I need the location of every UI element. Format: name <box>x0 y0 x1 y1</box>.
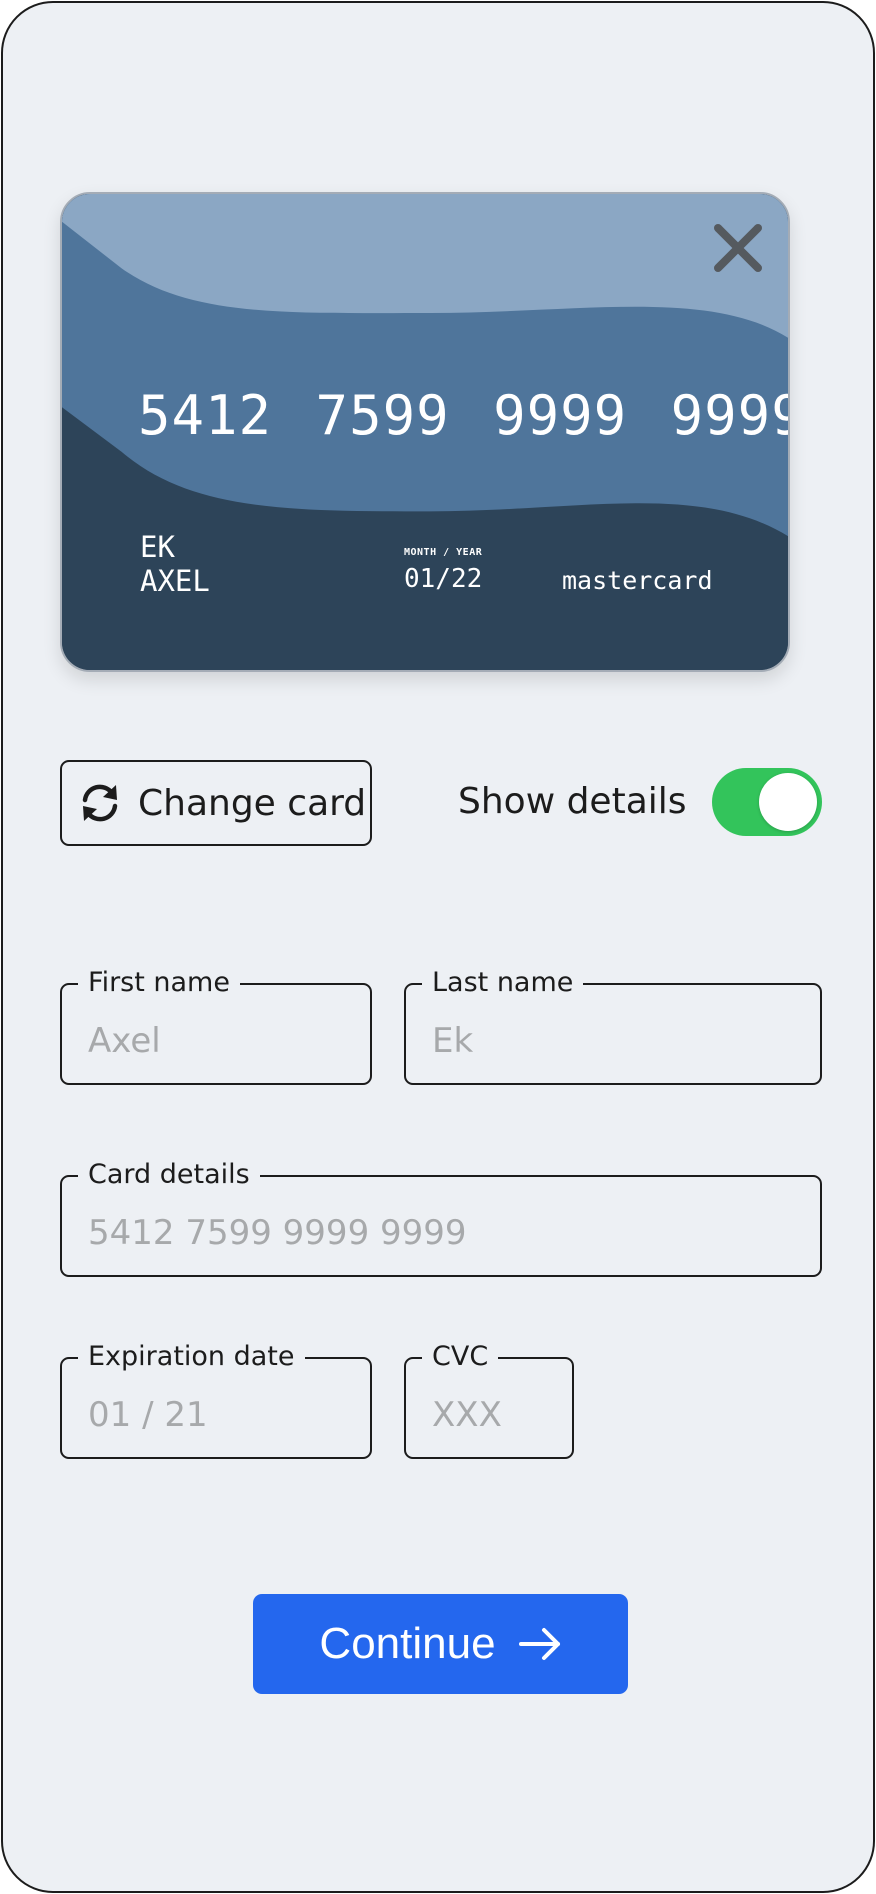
refresh-icon <box>76 779 124 827</box>
first-name-field-box: First name <box>60 966 372 1085</box>
expiration-field-box: Expiration date <box>60 1340 372 1459</box>
expiration-date-label: Expiration date <box>78 1340 305 1374</box>
change-card-button[interactable]: Change card <box>60 760 372 846</box>
card-details-label: Card details <box>78 1158 260 1192</box>
card-brand: mastercard <box>562 566 713 595</box>
show-details-label: Show details <box>458 781 687 822</box>
credit-card-preview: 5412 7599 9999 9999 EK AXEL MONTH / YEAR… <box>60 192 790 672</box>
card-expiry-value: 01/22 <box>404 564 483 594</box>
arrow-right-icon <box>518 1622 562 1666</box>
card-holder: EK AXEL <box>140 530 210 598</box>
card-holder-first-name: AXEL <box>140 564 210 598</box>
card-details-field-box: Card details <box>60 1158 822 1277</box>
close-icon[interactable] <box>710 220 766 276</box>
show-details-toggle[interactable] <box>712 768 822 836</box>
last-name-label: Last name <box>422 966 584 1000</box>
toggle-knob <box>759 773 817 831</box>
continue-label: Continue <box>319 1619 496 1668</box>
change-card-label: Change card <box>138 782 367 824</box>
first-name-label: First name <box>78 966 240 1000</box>
card-expiry-label: MONTH / YEAR <box>404 547 483 558</box>
last-name-field-box: Last name <box>404 966 822 1085</box>
continue-button[interactable]: Continue <box>253 1594 628 1694</box>
card-number: 5412 7599 9999 9999 <box>138 384 790 447</box>
phone-screen: 5412 7599 9999 9999 EK AXEL MONTH / YEAR… <box>1 1 875 1893</box>
card-holder-last-name: EK <box>140 530 175 564</box>
cvc-field-box: CVC <box>404 1340 574 1459</box>
cvc-label: CVC <box>422 1340 499 1374</box>
